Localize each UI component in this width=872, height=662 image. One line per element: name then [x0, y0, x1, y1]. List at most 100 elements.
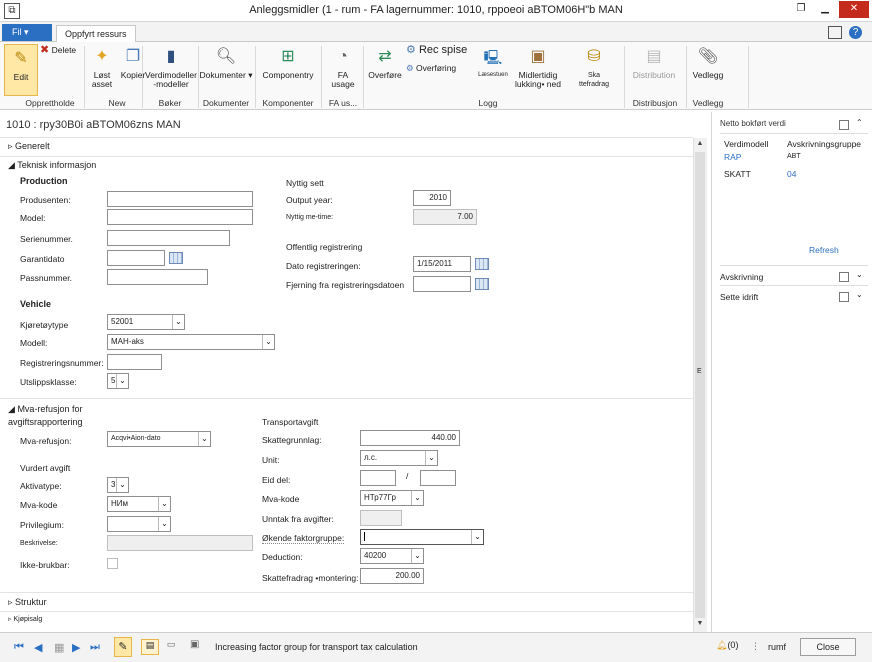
factbox-options-icon[interactable] — [839, 272, 849, 282]
depreciation-factbox[interactable]: Avskrivning — [720, 272, 763, 282]
reg-number-input[interactable] — [107, 354, 162, 370]
output-year-label: Output year: — [286, 195, 333, 205]
chevron-up-icon[interactable]: ⌃ — [856, 118, 863, 127]
chevron-down-icon: ⌄ — [198, 432, 210, 446]
documents-button[interactable]: 🔍︎ Dokumenter ▾ — [199, 46, 253, 80]
useful-time-label: Nyttig me-time: — [286, 214, 334, 221]
last-record-icon[interactable]: ⏭ — [90, 641, 100, 654]
ribbon-separator — [84, 46, 85, 108]
first-record-icon[interactable]: ⏮ — [14, 641, 24, 654]
section-vat-refund-label: Mva-refusjon for avgiftsrapportering — [8, 404, 83, 427]
new-asset-button[interactable]: ✦ Løst asset — [88, 46, 116, 89]
unusable-checkbox[interactable] — [107, 558, 118, 569]
unit-select[interactable]: л.с. ⌄ — [360, 450, 438, 466]
dereg-date-input[interactable] — [413, 276, 471, 292]
activity-select[interactable]: 3 ⌄ — [107, 477, 129, 493]
overforing-label: Overføring — [416, 63, 457, 73]
chevron-down-icon[interactable]: ⌄ — [856, 270, 863, 279]
new-asset-label: Løst asset — [91, 70, 113, 89]
group-components: Komponenter — [262, 98, 314, 108]
activity-value: 3 — [111, 480, 116, 489]
factor-label: Økende faktorgruppe: — [262, 533, 345, 544]
share-denominator-input[interactable] — [420, 470, 456, 486]
reading-room-button[interactable]: 🖳︎ Læsestuen — [476, 46, 510, 80]
next-record-icon[interactable]: ▶ — [72, 641, 80, 654]
fa-usage-button[interactable]: ◔ FA usage — [326, 46, 360, 89]
grid-view-icon[interactable]: ▦ — [54, 641, 64, 654]
attachment-label: Vedlegg — [692, 70, 724, 80]
window-close-button[interactable]: ✕ — [839, 1, 869, 18]
share-numerator-input[interactable] — [360, 470, 396, 486]
refresh-link[interactable]: Refresh — [809, 245, 839, 255]
row-model-skatt[interactable]: SKATT — [724, 169, 751, 179]
list-view-icon[interactable]: ▭ — [163, 639, 179, 655]
reg-date-input[interactable]: 1/15/2011 — [413, 256, 471, 272]
deduction-value: 40200 — [364, 551, 387, 560]
producer-input[interactable] — [107, 191, 253, 207]
components-label: Componentry — [262, 70, 314, 80]
emission-select[interactable]: 5 ⌄ — [107, 373, 129, 389]
bell-icon: 🔔︎ — [716, 640, 728, 650]
restore-down-icon[interactable]: ❐ — [789, 1, 813, 18]
group-maintain: Opprettholde — [25, 98, 75, 108]
warranty-date-input[interactable] — [107, 250, 165, 266]
edit-button[interactable]: ✎ Edit — [4, 44, 38, 96]
scroll-up-icon[interactable]: ▲ — [693, 140, 707, 147]
file-tab[interactable]: Fil ▾ — [2, 24, 52, 41]
vat-code-value: НИм — [111, 499, 129, 508]
public-reg-header: Offentlig registrering — [286, 242, 363, 252]
row-model-rap[interactable]: RAP — [724, 152, 741, 162]
notifications-indicator[interactable]: 🔔︎(0) — [716, 640, 738, 651]
useful-life-header: Nyttig sett — [286, 178, 324, 188]
transfer-button[interactable]: ⇄ Overføre — [365, 46, 405, 80]
clipboard-icon[interactable]: ▣ — [190, 639, 199, 650]
factbox-options-icon[interactable] — [839, 120, 849, 130]
section-vat-refund[interactable]: ◢ Mva-refusjon for avgiftsrapportering — [8, 403, 108, 429]
factbox-options-icon[interactable] — [839, 292, 849, 302]
scroll-down-icon[interactable]: ▼ — [693, 620, 707, 627]
tax-deduct-input[interactable]: 200.00 — [360, 568, 424, 584]
model-input[interactable] — [107, 209, 253, 225]
documents-label: Dokumenter — [199, 70, 246, 80]
vat-code2-select[interactable]: НТр77Гр ⌄ — [360, 490, 424, 506]
layout-icon[interactable] — [828, 26, 842, 39]
value-models-button[interactable]: ▮ Verdimodeller -modeller — [143, 46, 199, 89]
calendar-icon[interactable] — [475, 258, 489, 270]
vat-code-select[interactable]: НИм ⌄ — [107, 496, 171, 512]
help-icon[interactable]: ? — [849, 26, 862, 39]
temp-closing-button[interactable]: ▣ Midlertidig lukking• ned — [512, 46, 564, 89]
splitter-handle[interactable]: E — [697, 368, 702, 375]
tax-base-input[interactable]: 440.00 — [360, 430, 460, 446]
put-in-service-factbox[interactable]: Sette idrift — [720, 292, 758, 302]
delete-button[interactable]: ✖ Delete — [40, 45, 76, 56]
serial-input[interactable] — [107, 230, 230, 246]
passport-input[interactable] — [107, 269, 208, 285]
privilege-select[interactable]: ⌄ — [107, 516, 171, 532]
section-technical[interactable]: ◢ Teknisk informasjon — [8, 160, 96, 171]
section-structure[interactable]: ▹ Struktur — [8, 597, 47, 608]
tab-fixed-asset[interactable]: Oppfyrt ressurs — [56, 25, 136, 43]
minimize-button[interactable]: ▁ — [813, 1, 837, 18]
model2-select[interactable]: MAH-aks ⌄ — [107, 334, 275, 350]
previous-record-icon[interactable]: ◀ — [34, 641, 42, 654]
deduction-select[interactable]: 40200 ⌄ — [360, 548, 424, 564]
calendar-icon[interactable] — [169, 252, 183, 264]
vehicle-type-select[interactable]: 52001 ⌄ — [107, 314, 185, 330]
section-divider — [0, 137, 693, 138]
section-general[interactable]: ▹ Generelt — [8, 141, 50, 152]
edit-mode-icon[interactable]: ✎ — [114, 637, 132, 657]
scrollbar-thumb[interactable] — [695, 152, 705, 618]
vat-refund-select[interactable]: Acqvi•Aion-dato ⌄ — [107, 431, 211, 447]
components-button[interactable]: ⊞ Componentry — [258, 46, 318, 80]
factor-group-select[interactable]: ⌄ — [360, 529, 484, 545]
calendar-icon[interactable] — [475, 278, 489, 290]
section-purchase[interactable]: ▹ Kjøpisalg — [8, 615, 42, 623]
chevron-down-icon[interactable]: ⌄ — [856, 290, 863, 299]
overforing-button[interactable]: ⚙ Overføring — [406, 64, 456, 73]
attachment-button[interactable]: 📎︎ Vedlegg — [688, 46, 728, 80]
tax-deduct-button[interactable]: ⛁ Ska ttefradrag — [576, 46, 612, 89]
output-year-input[interactable]: 2010 — [413, 190, 451, 206]
details-view-icon[interactable]: ▤ — [141, 639, 159, 655]
rec-spise-button[interactable]: ⚙ Rec spise — [406, 45, 467, 56]
close-button[interactable]: Close — [800, 638, 856, 656]
